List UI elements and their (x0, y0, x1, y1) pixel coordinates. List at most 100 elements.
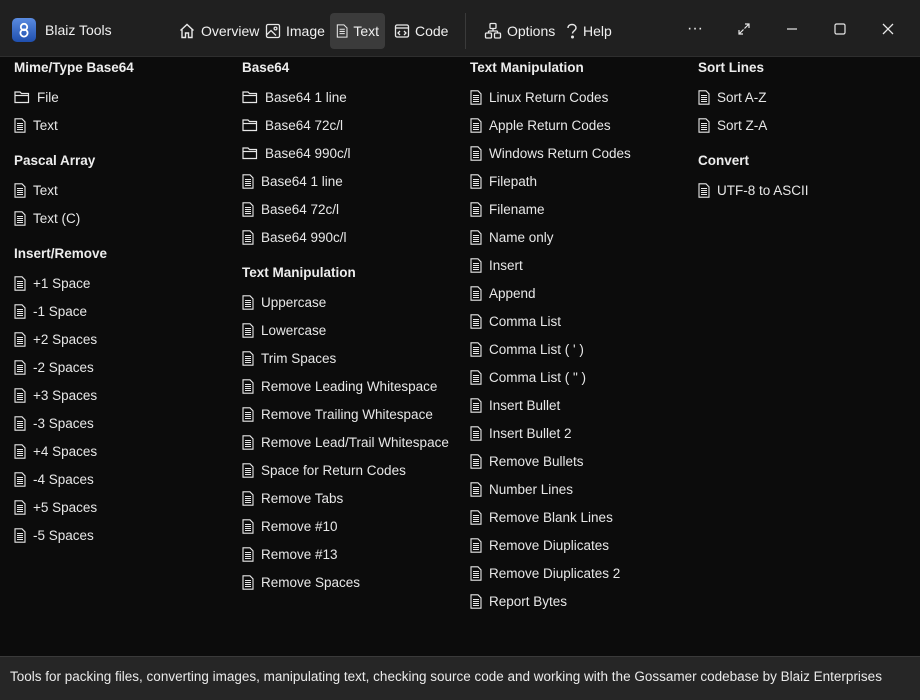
tool-item-label: Base64 1 line (261, 173, 343, 189)
document-icon (470, 285, 483, 301)
tool-item[interactable]: Text (14, 180, 58, 200)
tool-item[interactable]: Name only (470, 227, 554, 247)
document-icon (470, 453, 483, 469)
tool-item[interactable]: Apple Return Codes (470, 115, 611, 135)
nav-help-button[interactable]: Help (560, 13, 618, 49)
close-button[interactable] (873, 14, 903, 44)
tool-item[interactable]: Remove #13 (242, 544, 338, 564)
tool-item[interactable]: Report Bytes (470, 591, 567, 611)
tool-item[interactable]: Comma List (470, 311, 561, 331)
tool-item[interactable]: Base64 990c/l (242, 227, 347, 247)
tool-item[interactable]: UTF-8 to ASCII (698, 180, 809, 200)
tool-item[interactable]: Text (14, 115, 58, 135)
tool-item[interactable]: Filename (470, 199, 545, 219)
tool-item[interactable]: -4 Spaces (14, 469, 94, 489)
tool-item[interactable]: Text (C) (14, 208, 80, 228)
toolbar-divider (465, 13, 466, 49)
tool-item[interactable]: Sort A-Z (698, 87, 767, 107)
document-icon (470, 117, 483, 133)
tool-item[interactable]: +5 Spaces (14, 497, 97, 517)
tool-item[interactable]: -1 Space (14, 301, 87, 321)
nav-image-button[interactable]: Image (259, 13, 331, 49)
tool-item[interactable]: Lowercase (242, 320, 326, 340)
nav-text-button[interactable]: Text (330, 13, 385, 49)
tool-item[interactable]: Base64 72c/l (242, 199, 339, 219)
tool-item[interactable]: Filepath (470, 171, 537, 191)
nav-code-button[interactable]: Code (388, 13, 454, 49)
tool-item[interactable]: Base64 1 line (242, 171, 343, 191)
tool-item-label: +3 Spaces (33, 387, 98, 403)
tool-item[interactable]: Space for Return Codes (242, 460, 406, 480)
nav-overview-button[interactable]: Overview (172, 13, 265, 49)
tool-item[interactable]: +1 Space (14, 273, 90, 293)
document-icon (14, 415, 27, 431)
document-icon (242, 294, 255, 310)
tool-item[interactable]: Insert (470, 255, 523, 275)
tool-item-label: Base64 72c/l (265, 117, 344, 133)
nav-options-button[interactable]: Options (478, 13, 561, 49)
tool-item[interactable]: Windows Return Codes (470, 143, 631, 163)
document-icon (14, 182, 27, 198)
tool-item-label: Insert Bullet (489, 397, 561, 413)
options-icon (484, 22, 502, 39)
document-icon (242, 574, 255, 590)
tool-item[interactable]: Linux Return Codes (470, 87, 608, 107)
tool-item-label: Remove #10 (261, 518, 338, 534)
tool-item[interactable]: +2 Spaces (14, 329, 97, 349)
tool-item[interactable]: Remove Bullets (470, 451, 584, 471)
tool-item[interactable]: Insert Bullet (470, 395, 560, 415)
tool-item[interactable]: Comma List ( " ) (470, 367, 586, 387)
tool-item-label: Trim Spaces (261, 350, 337, 366)
tool-item[interactable]: Trim Spaces (242, 348, 336, 368)
section-title: Mime/Type Base64 (14, 60, 134, 75)
tool-item[interactable]: Remove Tabs (242, 488, 343, 508)
tool-item[interactable]: -3 Spaces (14, 413, 94, 433)
document-icon (470, 257, 483, 273)
tool-item[interactable]: Number Lines (470, 479, 573, 499)
fullscreen-button[interactable] (729, 14, 759, 44)
tool-item-label: Space for Return Codes (261, 462, 406, 478)
document-icon (242, 173, 255, 189)
tool-item-label: Apple Return Codes (489, 117, 611, 133)
tool-item-label: -5 Spaces (33, 527, 94, 543)
document-icon (242, 434, 255, 450)
tool-item[interactable]: -2 Spaces (14, 357, 94, 377)
folder-icon (242, 146, 259, 160)
maximize-button[interactable] (825, 14, 855, 44)
tool-item[interactable]: Remove Trailing Whitespace (242, 404, 433, 424)
tool-item[interactable]: Remove Diuplicates (470, 535, 609, 555)
minimize-button[interactable] (777, 14, 807, 44)
tool-item[interactable]: Insert Bullet 2 (470, 423, 572, 443)
document-icon (698, 182, 711, 198)
tool-item[interactable]: Remove Leading Whitespace (242, 376, 437, 396)
section-title: Sort Lines (698, 60, 765, 75)
tool-item[interactable]: Base64 1 line (242, 87, 347, 107)
tool-item[interactable]: -5 Spaces (14, 525, 94, 545)
tool-item[interactable]: Remove Lead/Trail Whitespace (242, 432, 449, 452)
document-icon (470, 537, 483, 553)
section-title: Insert/Remove (14, 246, 108, 261)
document-icon (14, 117, 27, 133)
tool-item[interactable]: Append (470, 283, 536, 303)
home-icon (180, 23, 194, 39)
tool-item[interactable]: Remove Spaces (242, 572, 360, 592)
tool-item[interactable]: +3 Spaces (14, 385, 97, 405)
tool-item[interactable]: Base64 990c/l (242, 143, 351, 163)
tool-item-label: Remove #13 (261, 546, 338, 562)
tool-item[interactable]: Base64 72c/l (242, 115, 343, 135)
tool-item-label: Text (C) (33, 210, 81, 226)
image-icon (265, 23, 281, 39)
code-icon (394, 24, 410, 38)
tool-item-label: Windows Return Codes (489, 145, 631, 161)
tool-item[interactable]: +4 Spaces (14, 441, 97, 461)
tool-item[interactable]: File (14, 87, 59, 107)
tool-item[interactable]: Remove Blank Lines (470, 507, 613, 527)
tool-item[interactable]: Sort Z-A (698, 115, 767, 135)
document-icon (242, 490, 255, 506)
tool-item[interactable]: Comma List ( ' ) (470, 339, 584, 359)
tool-item-label: Filename (489, 201, 545, 217)
more-options-button[interactable]: ··· (680, 14, 710, 44)
tool-item[interactable]: Remove Diuplicates 2 (470, 563, 620, 583)
tool-item[interactable]: Uppercase (242, 292, 326, 312)
tool-item[interactable]: Remove #10 (242, 516, 338, 536)
